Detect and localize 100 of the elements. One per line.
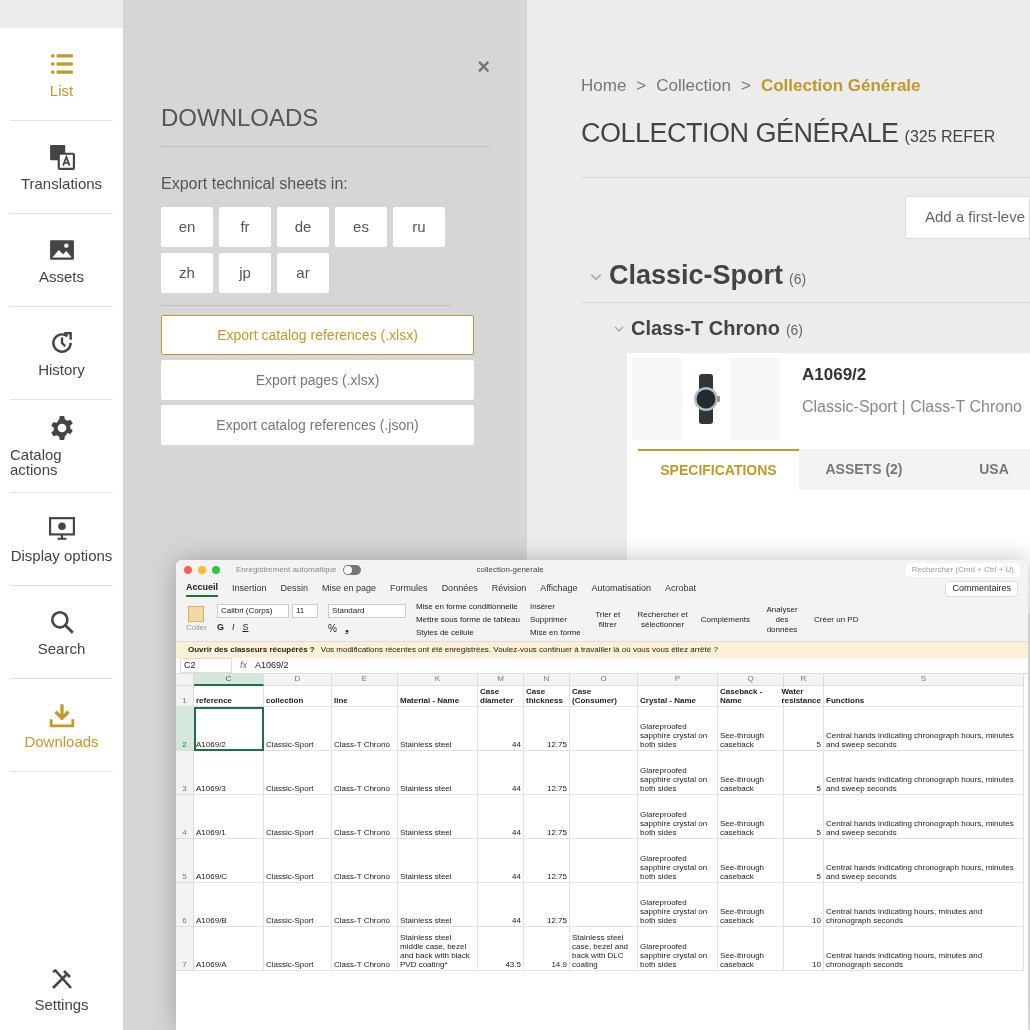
comments-button[interactable]: Commentaires (945, 581, 1018, 597)
export-button[interactable]: Export catalog references (.json) (161, 405, 474, 445)
find-select-button[interactable]: Rechercher et sélectionner (634, 609, 691, 630)
breadcrumb-link[interactable]: Collection (656, 73, 731, 99)
sidebar-item[interactable]: Assets (10, 214, 113, 307)
language-button[interactable]: zh (161, 253, 213, 293)
row-header[interactable]: 1 (176, 686, 194, 707)
language-button[interactable]: ru (393, 207, 445, 247)
column-header[interactable]: K (398, 674, 478, 686)
table-cell: 10 (784, 927, 824, 971)
language-button[interactable]: ar (277, 253, 329, 293)
row-header[interactable]: 3 (176, 751, 194, 795)
underline-button[interactable]: S (242, 621, 249, 635)
row-header[interactable]: 6 (176, 883, 194, 927)
sidebar-item[interactable]: History (10, 307, 113, 400)
table-cell: See-through caseback (718, 839, 784, 883)
ribbon-tab[interactable]: Mise en page (322, 582, 377, 596)
ribbon-command[interactable]: Styles de cellule (415, 626, 520, 639)
sidebar-item[interactable]: Catalog actions (10, 400, 113, 493)
language-button[interactable]: de (277, 207, 329, 247)
ribbon-command[interactable]: Mise en forme conditionnelle (415, 600, 520, 613)
settings-item[interactable]: Settings (10, 954, 113, 1024)
ribbon-command[interactable]: Mise en forme (529, 626, 581, 639)
autosave-toggle[interactable] (342, 565, 361, 575)
sidebar-item[interactable]: Translations (10, 121, 113, 214)
column-header[interactable]: P (638, 674, 718, 686)
table-cell: Central hands indicating hours, minutes and chronograph seconds (824, 883, 1024, 927)
ribbon-tab[interactable]: Formules (390, 582, 428, 596)
bold-button[interactable]: G (216, 621, 224, 635)
group-count: (6) (785, 320, 804, 340)
add-button[interactable]: Add a first-leve (904, 196, 1030, 239)
ribbon-command[interactable]: Insérer (529, 600, 581, 613)
language-button[interactable]: en (161, 207, 213, 247)
column-header[interactable]: Q (718, 674, 784, 686)
addins-button[interactable]: Compléments (700, 613, 750, 626)
table-cell: Class-T Chrono (332, 927, 398, 971)
ribbon-tab[interactable]: Données (441, 582, 478, 596)
table-cell[interactable]: A1069/2 (194, 707, 264, 751)
table-cell: Class-T Chrono (332, 751, 398, 795)
table-cell: Glareproofed sapphire crystal on both sides (638, 795, 718, 839)
clipboard-icon[interactable] (188, 605, 205, 622)
sidebar-item[interactable]: Display options (10, 493, 113, 586)
ribbon-tab[interactable]: Automatisation (591, 582, 652, 596)
thousands-button[interactable]: ❟ (344, 620, 349, 636)
language-button[interactable]: es (335, 207, 387, 247)
font-field[interactable]: Calibri (Corps) (216, 604, 289, 619)
paste-label: Coller (186, 621, 207, 634)
row-header[interactable]: 7 (176, 927, 194, 971)
sidebar-item[interactable]: Search (10, 586, 113, 679)
ribbon-tab[interactable]: Acrobat (665, 582, 697, 596)
row-header[interactable]: 4 (176, 795, 194, 839)
table-cell (570, 707, 638, 751)
table-cell: Stainless steel middle case, bezel and back with black PVD coating* (398, 927, 478, 971)
autosave-label: Enregistrement automatique (236, 564, 337, 576)
product-tab[interactable]: ASSETS (2) (799, 448, 929, 490)
column-header[interactable]: M (478, 674, 524, 686)
column-header[interactable]: S (824, 674, 1024, 686)
font-size-field[interactable]: 11 (291, 604, 318, 619)
column-header[interactable]: D (264, 674, 332, 686)
create-pdf-button[interactable]: Créer un PD (814, 613, 859, 626)
table-cell: See-through caseback (718, 751, 784, 795)
table-cell: Classic-Sport (264, 751, 332, 795)
ribbon-tab[interactable]: Dessin (280, 582, 309, 596)
table-cell: 10 (784, 883, 824, 927)
language-button[interactable]: jp (219, 253, 271, 293)
column-header[interactable]: O (570, 674, 638, 686)
search-icon (48, 608, 75, 635)
settings-icon (48, 415, 75, 441)
ribbon-tab[interactable]: Révision (491, 582, 527, 596)
table-cell: Stainless steel (398, 795, 478, 839)
select-all-corner[interactable] (176, 674, 194, 686)
product-tab[interactable]: USA (929, 448, 1030, 490)
table-cell: Case diameter (478, 686, 524, 707)
formula-field[interactable]: A1069/2 (255, 658, 289, 673)
ribbon-command[interactable]: Mettre sous forme de tableau (415, 613, 520, 626)
sort-filter-button[interactable]: Trier et filtrer (590, 609, 625, 630)
column-header[interactable]: R (784, 674, 824, 686)
column-header[interactable]: C (194, 674, 264, 686)
percent-button[interactable]: % (327, 620, 337, 636)
name-box[interactable]: C2 (180, 657, 232, 674)
table-cell: Glareproofed sapphire crystal on both sides (638, 839, 718, 883)
row-header[interactable]: 2 (176, 707, 194, 751)
column-header[interactable]: N (524, 674, 570, 686)
table-cell: Stainless steel (398, 839, 478, 883)
table-cell: Glareproofed sapphire crystal on both sides (638, 707, 718, 751)
breadcrumb-separator: > (740, 75, 751, 97)
table-cell: Class-T Chrono (332, 883, 398, 927)
row-header[interactable]: 5 (176, 839, 194, 883)
number-format-field[interactable]: Standard (327, 603, 406, 618)
breadcrumb-link[interactable]: Home (581, 73, 627, 99)
ribbon-tab[interactable]: Accueil (186, 581, 218, 597)
export-button[interactable]: Export pages (.xlsx) (161, 360, 474, 400)
analyze-data-button[interactable]: Analyser des données (760, 604, 804, 635)
ribbon-tab[interactable]: Insertion (232, 582, 267, 596)
ribbon-command[interactable]: Supprimer (529, 613, 581, 626)
column-header[interactable]: E (332, 674, 398, 686)
language-button[interactable]: fr (219, 207, 271, 247)
table-cell: 44 (478, 707, 524, 751)
ribbon-tab[interactable]: Affichage (540, 582, 578, 596)
table-cell: See-through caseback (718, 927, 784, 971)
